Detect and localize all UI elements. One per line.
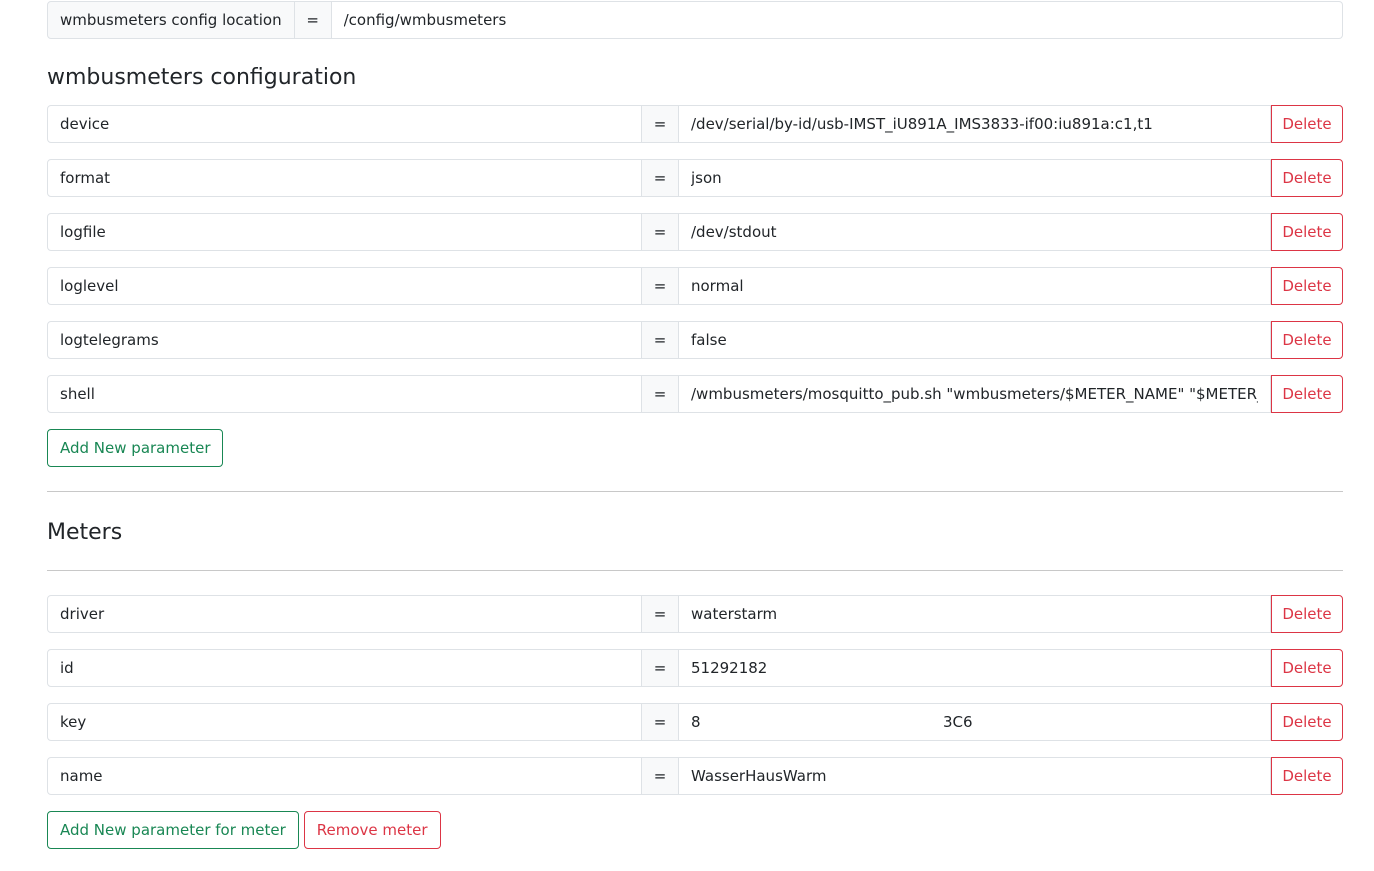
delete-button[interactable]: Delete	[1271, 375, 1343, 413]
param-value-input[interactable]	[679, 375, 1271, 413]
equals-sign: =	[642, 649, 679, 687]
param-key-input[interactable]	[47, 375, 642, 413]
meter-value-input[interactable]	[679, 595, 1271, 633]
meters-title: Meters	[47, 520, 123, 545]
meter-key-input[interactable]	[47, 703, 642, 741]
add-parameter-button[interactable]: Add New parameter	[47, 429, 224, 467]
delete-button[interactable]: Delete	[1271, 105, 1343, 143]
meter-params: = Delete = Delete = 8 3C6 Delete = Delet…	[47, 595, 1343, 795]
meter-key-input[interactable]	[47, 757, 642, 795]
remove-meter-button[interactable]: Remove meter	[303, 811, 441, 849]
configuration-params: = Delete = Delete = Delete = Delete = De…	[47, 105, 1343, 413]
delete-button[interactable]: Delete	[1271, 213, 1343, 251]
param-row-shell: = Delete	[47, 375, 1343, 413]
param-value-input[interactable]	[679, 105, 1271, 143]
param-key-input[interactable]	[47, 105, 642, 143]
equals-sign: =	[642, 213, 679, 251]
param-key-input[interactable]	[47, 213, 642, 251]
delete-button[interactable]: Delete	[1271, 757, 1343, 795]
delete-button[interactable]: Delete	[1271, 159, 1343, 197]
meter-actions: Add New parameter for meter Remove meter	[47, 811, 1343, 849]
meter-value-input[interactable]	[679, 649, 1271, 687]
add-meter-parameter-button[interactable]: Add New parameter for meter	[47, 811, 299, 849]
meter-value-input[interactable]	[679, 757, 1271, 795]
param-value-input[interactable]	[679, 321, 1271, 359]
equals-sign: =	[642, 105, 679, 143]
equals-sign: =	[642, 321, 679, 359]
param-value-input[interactable]	[679, 213, 1271, 251]
config-location-input[interactable]	[331, 1, 1343, 39]
equals-sign: =	[642, 375, 679, 413]
meter-value-input-redacted[interactable]: 8 3C6	[679, 703, 1271, 741]
meter-row-id: = Delete	[47, 649, 1343, 687]
equals-sign: =	[642, 267, 679, 305]
delete-button[interactable]: Delete	[1271, 595, 1343, 633]
param-row-logfile: = Delete	[47, 213, 1343, 251]
param-row-loglevel: = Delete	[47, 267, 1343, 305]
equals-sign: =	[642, 595, 679, 633]
param-value-input[interactable]	[679, 267, 1271, 305]
param-row-device: = Delete	[47, 105, 1343, 143]
delete-button[interactable]: Delete	[1271, 267, 1343, 305]
param-key-input[interactable]	[47, 159, 642, 197]
param-key-input[interactable]	[47, 267, 642, 305]
equals-sign: =	[642, 159, 679, 197]
delete-button[interactable]: Delete	[1271, 649, 1343, 687]
config-location-group: wmbusmeters config location =	[47, 1, 1343, 39]
redacted-value-start: 8	[691, 713, 701, 731]
meter-key-input[interactable]	[47, 649, 642, 687]
equals-sign: =	[642, 703, 679, 741]
param-row-format: = Delete	[47, 159, 1343, 197]
page-container: wmbusmeters config location = wmbusmeter…	[47, 0, 1343, 849]
section-divider	[47, 491, 1343, 492]
redacted-value-end: 3C6	[943, 713, 973, 731]
meters-divider	[47, 570, 1343, 571]
delete-button[interactable]: Delete	[1271, 321, 1343, 359]
param-key-input[interactable]	[47, 321, 642, 359]
meter-row-name: = Delete	[47, 757, 1343, 795]
equals-sign: =	[294, 1, 332, 39]
config-location-label: wmbusmeters config location	[47, 1, 295, 39]
equals-sign: =	[642, 757, 679, 795]
param-row-logtelegrams: = Delete	[47, 321, 1343, 359]
delete-button[interactable]: Delete	[1271, 703, 1343, 741]
meter-row-driver: = Delete	[47, 595, 1343, 633]
param-value-input[interactable]	[679, 159, 1271, 197]
meter-row-key: = 8 3C6 Delete	[47, 703, 1343, 741]
configuration-title: wmbusmeters configuration	[47, 65, 357, 90]
meter-key-input[interactable]	[47, 595, 642, 633]
